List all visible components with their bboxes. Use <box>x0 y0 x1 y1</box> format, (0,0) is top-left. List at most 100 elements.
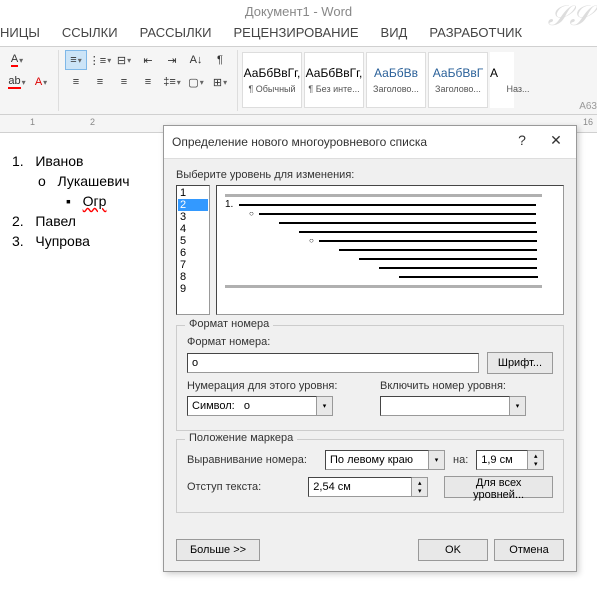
level-select-label: Выберите уровень для изменения: <box>176 169 564 181</box>
list-text: Павел <box>35 213 76 229</box>
ribbon-tab[interactable]: РЕЦЕНЗИРОВАНИЕ <box>234 25 359 40</box>
level-option[interactable]: 6 <box>178 247 208 259</box>
include-input[interactable] <box>380 396 510 416</box>
increase-indent-button[interactable]: ⇥ <box>161 50 183 70</box>
ok-button[interactable]: OK <box>418 539 488 561</box>
at-label: на: <box>453 454 468 466</box>
font-color-button[interactable]: A▾ <box>6 50 28 70</box>
style-item[interactable]: АаБбВвГ Заголово... <box>428 52 488 108</box>
indent-spinner[interactable]: ▴▾ <box>308 477 428 497</box>
borders-button[interactable]: ⊞▾ <box>209 72 231 92</box>
at-spinner[interactable]: ▴▾ <box>476 450 544 470</box>
ribbon-tab[interactable]: ВИД <box>381 25 408 40</box>
list-number: 1. <box>12 153 24 169</box>
at-input[interactable] <box>476 450 528 470</box>
level-option[interactable]: 8 <box>178 271 208 283</box>
align-right-button[interactable]: ≡ <box>113 72 135 92</box>
highlight-button[interactable]: ab▾ <box>6 72 28 92</box>
level-option[interactable]: 5 <box>178 235 208 247</box>
borders-icon: ⊞ <box>213 76 222 89</box>
ribbon: A▾ ab▾ A▾ ≡▾ ⋮≡▾ ⊟▾ ⇤ ⇥ A↓ ¶ ≡ ≡ ≡ ≡ ‡≡▾… <box>0 47 597 115</box>
indent-input[interactable] <box>308 477 412 497</box>
bullets-button[interactable]: ≡▾ <box>65 50 87 70</box>
decrease-indent-icon: ⇤ <box>143 54 152 67</box>
style-preview: АаБбВвГ <box>433 66 483 80</box>
sort-button[interactable]: A↓ <box>185 50 207 70</box>
ribbon-group-font: A▾ ab▾ A▾ <box>0 50 59 111</box>
numbering-label: Нумерация для этого уровня: <box>187 380 360 392</box>
chevron-down-icon[interactable]: ▾ <box>510 396 526 416</box>
dialog-close-button[interactable]: ✕ <box>544 132 568 152</box>
numbering-button[interactable]: ⋮≡▾ <box>89 50 111 70</box>
style-name: ¶ Без инте... <box>306 84 362 94</box>
more-button[interactable]: Больше >> <box>176 539 260 561</box>
font-button[interactable]: Шрифт... <box>487 352 553 374</box>
sort-icon: A↓ <box>190 54 203 66</box>
style-preview: А <box>490 66 498 80</box>
format-label: Формат номера: <box>187 336 553 348</box>
align-combo[interactable]: ▾ <box>325 450 445 470</box>
decrease-indent-button[interactable]: ⇤ <box>137 50 159 70</box>
chevron-down-icon[interactable]: ▾ <box>429 450 445 470</box>
all-levels-button[interactable]: Для всех уровней... <box>444 476 553 498</box>
level-option[interactable]: 9 <box>178 283 208 295</box>
style-item[interactable]: А Наз... <box>490 52 514 108</box>
spinner-up-icon[interactable]: ▴ <box>534 452 538 460</box>
dialog-help-button[interactable]: ? <box>510 132 534 152</box>
align-center-icon: ≡ <box>97 76 103 88</box>
dialog-body: Выберите уровень для изменения: 1 2 3 4 … <box>164 159 576 531</box>
align-input[interactable] <box>325 450 429 470</box>
bullets-icon: ≡ <box>70 54 76 66</box>
chevron-down-icon[interactable]: ▾ <box>317 396 333 416</box>
multilevel-icon: ⊟ <box>117 54 126 67</box>
list-text: Иванов <box>35 153 83 169</box>
include-combo[interactable]: ▾ <box>380 396 553 416</box>
level-option[interactable]: 7 <box>178 259 208 271</box>
spinner-down-icon[interactable]: ▾ <box>418 487 422 495</box>
list-text: Лукашевич <box>57 173 129 189</box>
numbering-input[interactable] <box>187 396 317 416</box>
indent-label: Отступ текста: <box>187 481 300 493</box>
level-option[interactable]: 4 <box>178 223 208 235</box>
level-option[interactable]: 2 <box>178 199 208 211</box>
spinner-down-icon[interactable]: ▾ <box>534 460 538 468</box>
justify-button[interactable]: ≡ <box>137 72 159 92</box>
text-fill-button[interactable]: A▾ <box>30 72 52 92</box>
ribbon-group-paragraph: ≡▾ ⋮≡▾ ⊟▾ ⇤ ⇥ A↓ ¶ ≡ ≡ ≡ ≡ ‡≡▾ ▢▾ ⊞▾ <box>59 50 238 111</box>
line-spacing-button[interactable]: ‡≡▾ <box>161 72 183 92</box>
ribbon-tab[interactable]: ССЫЛКИ <box>62 25 118 40</box>
multilevel-button[interactable]: ⊟▾ <box>113 50 135 70</box>
decorative-flourish: 𝒮𝒮 <box>548 0 591 33</box>
style-item[interactable]: АаБбВвГг, ¶ Без инте... <box>304 52 364 108</box>
level-option[interactable]: 3 <box>178 211 208 223</box>
dialog-footer: Больше >> OK Отмена <box>164 531 576 571</box>
list-bullet: ▪ <box>66 193 71 209</box>
numbering-combo[interactable]: ▾ <box>187 396 360 416</box>
preview-bullet: ○ <box>249 209 254 218</box>
align-right-icon: ≡ <box>121 76 127 88</box>
app-title: Документ1 - Word <box>245 4 352 19</box>
spinner-up-icon[interactable]: ▴ <box>418 479 422 487</box>
style-item[interactable]: АаБбВвГг, ¶ Обычный <box>242 52 302 108</box>
align-left-button[interactable]: ≡ <box>65 72 87 92</box>
ruler-tick: 2 <box>90 117 95 127</box>
style-item[interactable]: АаБбВв Заголово... <box>366 52 426 108</box>
format-input[interactable] <box>187 353 479 373</box>
level-listbox[interactable]: 1 2 3 4 5 6 7 8 9 <box>176 185 210 315</box>
ribbon-tab[interactable]: НИЦЫ <box>0 25 40 40</box>
chevron-down-icon: ▾ <box>223 78 227 87</box>
ribbon-group-styles: АаБбВвГг, ¶ Обычный АаБбВвГг, ¶ Без инте… <box>238 50 518 111</box>
ribbon-tab[interactable]: РАЗРАБОТЧИК <box>429 25 522 40</box>
font-color-icon: A <box>11 53 18 67</box>
cancel-button[interactable]: Отмена <box>494 539 564 561</box>
level-option[interactable]: 1 <box>178 187 208 199</box>
ribbon-tab[interactable]: РАССЫЛКИ <box>140 25 212 40</box>
align-center-button[interactable]: ≡ <box>89 72 111 92</box>
format-legend: Формат номера <box>185 318 273 330</box>
justify-icon: ≡ <box>145 76 151 88</box>
style-name: Наз... <box>490 84 546 94</box>
shading-icon: ▢ <box>188 76 198 89</box>
shading-button[interactable]: ▢▾ <box>185 72 207 92</box>
show-marks-button[interactable]: ¶ <box>209 50 231 70</box>
style-name: Заголово... <box>368 84 424 94</box>
